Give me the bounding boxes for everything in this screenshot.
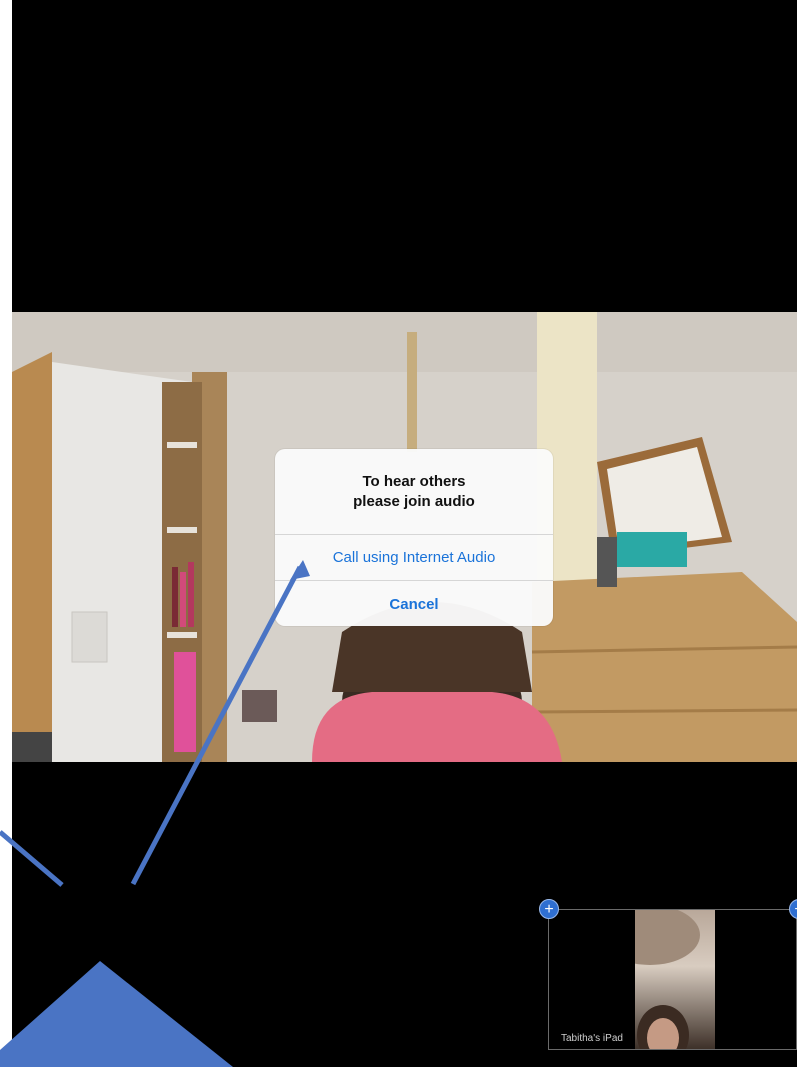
meeting-screen: To hear others please join audio Call us…: [12, 0, 797, 1067]
join-audio-dialog: To hear others please join audio Call us…: [275, 449, 553, 626]
self-view-thumbnail[interactable]: Tabitha's iPad: [548, 909, 797, 1050]
plus-icon[interactable]: +: [539, 899, 559, 919]
self-view-scene: [635, 910, 700, 1049]
dialog-title-line1: To hear others: [362, 472, 466, 490]
self-view-label: Tabitha's iPad: [561, 1033, 623, 1044]
cancel-button[interactable]: Cancel: [275, 581, 553, 626]
self-view-video: [635, 910, 715, 1049]
dialog-title-line2: please join audio: [353, 492, 475, 510]
dialog-title: To hear others please join audio: [275, 449, 553, 535]
main-video-feed: To hear others please join audio Call us…: [12, 312, 797, 762]
call-internet-audio-button[interactable]: Call using Internet Audio: [275, 535, 553, 581]
